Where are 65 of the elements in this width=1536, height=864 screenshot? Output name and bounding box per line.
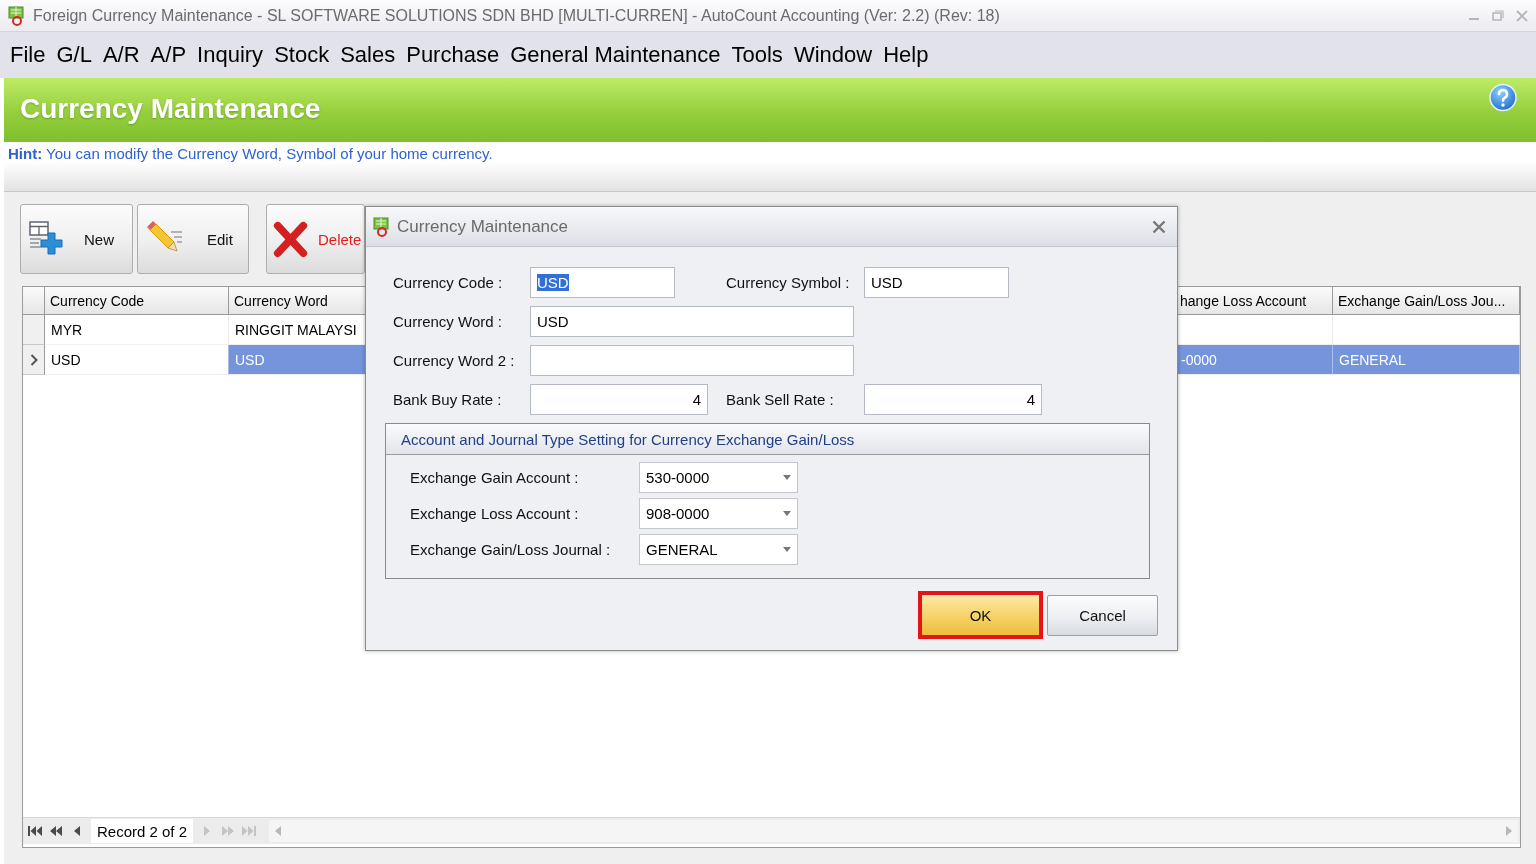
table-cell: -0000 (1175, 345, 1333, 375)
dropdown-arrow-icon[interactable] (783, 547, 791, 552)
menu-item[interactable]: Tools (731, 42, 783, 68)
dropdown-arrow-icon[interactable] (783, 475, 791, 480)
table-cell: GENERAL (1333, 345, 1520, 375)
window-title: Foreign Currency Maintenance - SL SOFTWARE SOLUTIONS SDN BHD [MULTI-CURREN] - AutoCount Accounting (Ver: 2.2) (Rev: 18) (33, 6, 1000, 25)
app-icon (373, 216, 391, 237)
column-header[interactable]: Currency Word (229, 287, 366, 315)
text-field[interactable]: 4 (864, 384, 1042, 415)
horizontal-scrollbar[interactable] (269, 820, 1518, 842)
group-title: Account and Journal Type Setting for Currency Exchange Gain/Loss (401, 430, 855, 448)
record-counter: Record 2 of 2 (91, 819, 194, 843)
menu-item[interactable]: Purchase (406, 42, 500, 68)
menu-item[interactable]: Stock (274, 42, 330, 68)
field-label: Currency Word : (393, 313, 503, 330)
field-label: Exchange Loss Account : (410, 505, 580, 522)
dialog-title: Currency Maintenance (397, 216, 569, 237)
help-icon[interactable] (1489, 83, 1517, 112)
chevron-icon (29, 353, 38, 366)
close-icon[interactable] (1516, 9, 1528, 22)
field-label: Bank Sell Rate : (726, 391, 835, 408)
menu-item[interactable]: A/P (150, 42, 187, 68)
column-header[interactable]: Currency Code (45, 287, 229, 315)
menu-item[interactable]: General Maintenance (510, 42, 721, 68)
delete-button[interactable]: Delete (266, 204, 365, 274)
menu-item[interactable]: Sales (340, 42, 396, 68)
field-label: Exchange Gain Account : (410, 469, 580, 486)
double-left-icon[interactable] (49, 825, 63, 837)
menu-item[interactable]: G/L (56, 42, 92, 68)
column-header[interactable]: hange Loss Account (1175, 287, 1333, 315)
dropdown-field[interactable]: 530-0000 (639, 462, 798, 493)
scroll-left-icon[interactable] (274, 825, 283, 837)
text-field[interactable]: USD (530, 306, 854, 337)
field-label: Currency Word 2 : (393, 352, 516, 369)
menu-item[interactable]: Window (793, 42, 873, 68)
ok-button[interactable]: OK (918, 591, 1043, 639)
text-field[interactable]: USD (530, 267, 675, 298)
field-label: Bank Buy Rate : (393, 391, 503, 408)
close-icon[interactable] (1152, 219, 1166, 234)
dropdown-field[interactable]: GENERAL (639, 534, 798, 565)
menu-item[interactable]: A/R (102, 42, 140, 68)
app-icon (8, 5, 26, 26)
field-label: Currency Symbol : (726, 274, 851, 291)
edit-button[interactable]: Edit (137, 204, 249, 274)
page-title: Currency Maintenance (20, 93, 321, 125)
field-label: Exchange Gain/Loss Journal : (410, 541, 612, 558)
table-cell: USD (229, 345, 366, 375)
dropdown-arrow-icon[interactable] (783, 511, 791, 516)
dropdown-field[interactable]: 908-0000 (639, 498, 798, 529)
table-cell: USD (45, 345, 229, 375)
text-field[interactable] (530, 345, 854, 376)
row-indicator[interactable] (23, 345, 45, 375)
text-field[interactable]: 4 (530, 384, 708, 415)
menu-item[interactable]: Inquiry (197, 42, 264, 68)
menu-item[interactable]: Help (883, 42, 929, 68)
restore-icon[interactable] (1492, 9, 1504, 22)
column-header[interactable]: Exchange Gain/Loss Jou... (1333, 287, 1520, 315)
text-field[interactable]: USD (864, 267, 1009, 298)
cancel-button[interactable]: Cancel (1047, 594, 1158, 636)
new-button[interactable]: New (20, 204, 133, 274)
menu-item[interactable]: File (10, 42, 46, 68)
scroll-right-icon[interactable] (1505, 825, 1513, 837)
first-record-icon[interactable] (28, 825, 42, 837)
field-label: Currency Code : (393, 274, 504, 291)
cross-icon (272, 219, 310, 259)
